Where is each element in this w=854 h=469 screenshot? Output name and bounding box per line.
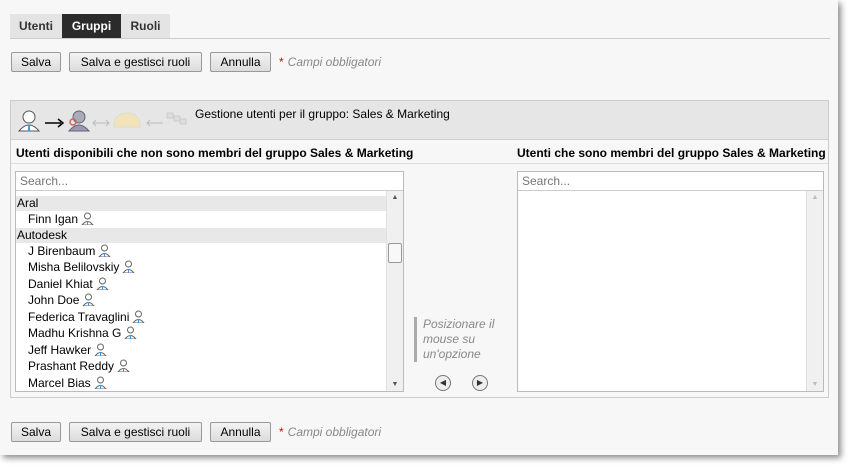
member-users-list[interactable] (518, 191, 807, 391)
scroll-up-icon[interactable]: ▲ (807, 194, 823, 201)
required-mark: * (279, 425, 284, 439)
list-item[interactable]: Federica Travaglini (16, 309, 387, 326)
arrow-right-icon (45, 118, 65, 128)
scroll-up-icon[interactable]: ▲ (387, 194, 403, 201)
user-name: Madhu Krishna G (28, 326, 122, 340)
tab-gruppi[interactable]: Gruppi (62, 14, 121, 38)
member-users-box: ▲ ▼ (517, 171, 824, 392)
scrollbar[interactable]: ▲ ▼ (386, 191, 403, 391)
save-button[interactable]: Salva (11, 52, 61, 72)
available-users-label: Utenti disponibili che non sono membri d… (16, 146, 414, 160)
divider (11, 163, 828, 164)
user-icon (117, 359, 130, 372)
tab-utenti[interactable]: Utenti (10, 14, 62, 38)
list-item[interactable]: J Birenbaum (16, 243, 387, 260)
user-name: Daniel Khiat (28, 276, 93, 291)
user-name: J Birenbaum (28, 243, 96, 258)
group-icon (67, 110, 91, 132)
list-item[interactable]: Marcel Bias (16, 375, 387, 392)
user-icon (94, 343, 107, 356)
cancel-button-bottom[interactable]: Annulla (210, 422, 271, 442)
tab-ruoli[interactable]: Ruoli (121, 14, 170, 38)
list-item[interactable]: Misha Belilovskiy (16, 259, 387, 276)
list-item[interactable]: Prashant Reddy (16, 358, 387, 375)
cancel-button[interactable]: Annulla (210, 52, 271, 72)
list-item[interactable]: Finn Igan (16, 211, 387, 228)
workflow-icons (17, 110, 187, 132)
available-users-box: AralFinn IganAutodeskJ Birenbaum Misha Be… (15, 171, 404, 392)
list-item[interactable]: Jeff Hawker (16, 342, 387, 359)
user-icon (81, 212, 94, 225)
window: Utenti Gruppi Ruoli Salva Salva e gestis… (0, 0, 838, 455)
required-note: * Campi obbligatori (279, 55, 381, 69)
scroll-down-icon[interactable]: ▼ (387, 381, 403, 388)
scrollbar[interactable]: ▲ ▼ (806, 191, 823, 391)
list-item[interactable]: Daniel Khiat (16, 276, 387, 293)
available-search-input[interactable] (16, 172, 403, 191)
list-item[interactable]: Madhu Krishna G (16, 325, 387, 342)
member-users-label: Utenti che sono membri del gruppo Sales … (517, 146, 826, 160)
user-icon (82, 293, 96, 306)
tab-divider (10, 38, 830, 39)
group-header: Aral (16, 196, 387, 211)
list-item[interactable]: John Doe (16, 292, 387, 309)
user-name: Federica Travaglini (28, 309, 130, 324)
user-icon (132, 310, 146, 323)
hover-hint: Posizionare il mouse su un'opzione (414, 317, 513, 362)
group-header: Autodesk (16, 227, 387, 243)
user-name: Marcel Bias (28, 375, 91, 390)
member-search-input[interactable] (518, 172, 823, 191)
required-text: Campi obbligatori (287, 425, 382, 439)
required-text: Campi obbligatori (287, 55, 382, 69)
user-icon (96, 277, 109, 290)
user-icon (124, 326, 138, 339)
swap-arrows-icon (92, 119, 110, 127)
panel-title: Gestione utenti per il gruppo: Sales & M… (195, 107, 450, 121)
helmet-icon (113, 112, 141, 128)
required-mark: * (279, 55, 284, 69)
move-right-button[interactable]: ▶ (472, 375, 488, 391)
user-name: Finn Igan (28, 212, 79, 226)
save-manage-roles-button[interactable]: Salva e gestisci ruoli (69, 52, 202, 72)
save-button-bottom[interactable]: Salva (11, 422, 61, 442)
save-manage-roles-button-bottom[interactable]: Salva e gestisci ruoli (69, 422, 202, 442)
user-name: Prashant Reddy (28, 359, 115, 373)
panel-header: Gestione utenti per il gruppo: Sales & M… (11, 101, 828, 140)
scroll-down-icon[interactable]: ▼ (807, 381, 823, 388)
arrow-left-icon (146, 119, 163, 127)
available-users-list[interactable]: Aral Finn Igan Autodesk J Birenbaum Misha Be… (16, 191, 387, 391)
user-name: Misha Belilovskiy (28, 260, 120, 274)
required-note-bottom: * Campi obbligatori (279, 425, 381, 439)
move-left-button[interactable]: ◀ (435, 375, 451, 391)
user-icon (94, 376, 107, 389)
roles-icon (166, 112, 187, 125)
user-name: Jeff Hawker (28, 342, 92, 357)
user-icon (98, 244, 112, 257)
user-name: John Doe (28, 293, 80, 307)
scroll-thumb[interactable] (388, 243, 402, 263)
user-icon (17, 110, 41, 132)
user-icon (122, 260, 135, 273)
